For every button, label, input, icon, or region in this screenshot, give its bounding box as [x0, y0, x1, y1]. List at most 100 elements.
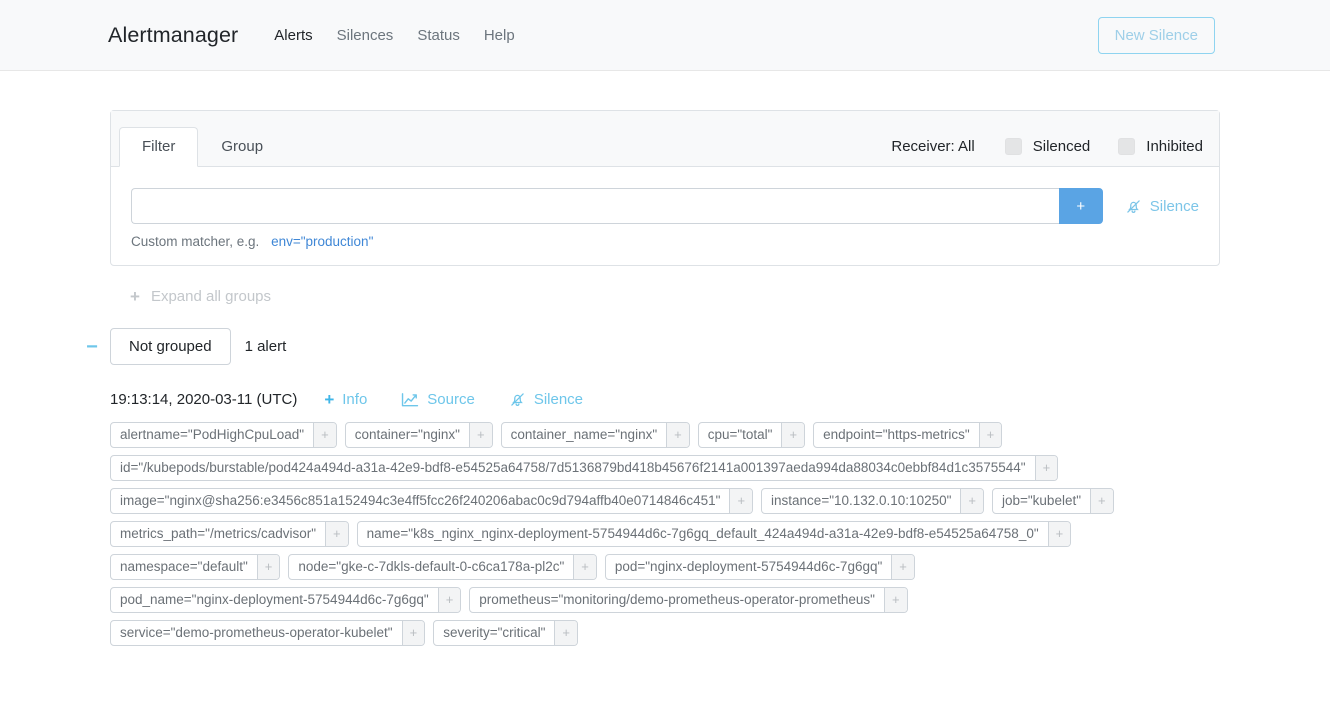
alert-label-chip: prometheus="monitoring/demo-prometheus-o…: [469, 587, 907, 613]
alert-label-text: container_name="nginx": [502, 423, 667, 447]
alert-label-chip: pod="nginx-deployment-5754944d6c-7g6gq"+: [605, 554, 915, 580]
alert-label-text: pod_name="nginx-deployment-5754944d6c-7g…: [111, 588, 438, 612]
filter-card-body: + Silence Custom matcher, e.g. env="prod…: [111, 167, 1219, 265]
alert-meta-row: 19:13:14, 2020-03-11 (UTC) + Info Source: [110, 391, 1220, 408]
plus-icon: +: [324, 391, 334, 408]
add-label-filter-button[interactable]: +: [884, 588, 907, 612]
alert-label-text: id="/kubepods/burstable/pod424a494d-a31a…: [111, 456, 1035, 480]
nav-link-alerts[interactable]: Alerts: [262, 27, 324, 44]
add-label-filter-button[interactable]: +: [960, 489, 983, 513]
alert-label-chip: namespace="default"+: [110, 554, 280, 580]
filter-header-controls: Receiver: All Silenced Inhibited: [891, 138, 1203, 166]
matcher-row: + Silence: [131, 188, 1199, 224]
alert-label-text: alertname="PodHighCpuLoad": [111, 423, 313, 447]
alert-label-chip: pod_name="nginx-deployment-5754944d6c-7g…: [110, 587, 461, 613]
add-label-filter-button[interactable]: +: [325, 522, 348, 546]
alert-label-list: alertname="PodHighCpuLoad"+container="ng…: [110, 422, 1220, 646]
alert-label-text: namespace="default": [111, 555, 257, 579]
alert-timestamp: 19:13:14, 2020-03-11 (UTC): [110, 391, 297, 408]
inhibited-label: Inhibited: [1146, 138, 1203, 155]
bell-slash-icon: [1125, 198, 1142, 215]
matcher-hint-example[interactable]: env="production": [271, 234, 373, 249]
tab-group[interactable]: Group: [198, 127, 286, 167]
alert-label-chip: metrics_path="/metrics/cadvisor"+: [110, 521, 349, 547]
alert-label-chip: image="nginx@sha256:e3456c851a152494c3e4…: [110, 488, 753, 514]
alert-label-chip: alertname="PodHighCpuLoad"+: [110, 422, 337, 448]
add-label-filter-button[interactable]: +: [1035, 456, 1058, 480]
alert-label-chip: name="k8s_nginx_nginx-deployment-5754944…: [357, 521, 1072, 547]
filter-tabs: Filter Group: [119, 127, 286, 167]
alert-label-chip: container="nginx"+: [345, 422, 493, 448]
alert-label-text: pod="nginx-deployment-5754944d6c-7g6gq": [606, 555, 891, 579]
alert-label-chip: id="/kubepods/burstable/pod424a494d-a31a…: [110, 455, 1058, 481]
inhibited-filter[interactable]: Inhibited: [1118, 138, 1203, 155]
alert-label-text: instance="10.132.0.10:10250": [762, 489, 960, 513]
chart-line-icon: [401, 392, 419, 408]
alert-label-chip: severity="critical"+: [433, 620, 578, 646]
expand-all-groups-label: Expand all groups: [151, 288, 271, 305]
plus-icon: +: [130, 288, 140, 305]
alert-source-label: Source: [427, 391, 475, 408]
alert-label-text: prometheus="monitoring/demo-prometheus-o…: [470, 588, 884, 612]
alert-label-text: severity="critical": [434, 621, 554, 645]
alert-label-chip: cpu="total"+: [698, 422, 805, 448]
silence-filter-label: Silence: [1150, 198, 1199, 215]
alert-label-text: container="nginx": [346, 423, 469, 447]
collapse-group-toggle[interactable]: −: [74, 337, 110, 357]
alert-info-button[interactable]: + Info: [324, 391, 367, 408]
alert-label-text: image="nginx@sha256:e3456c851a152494c3e4…: [111, 489, 729, 513]
alert-item: 19:13:14, 2020-03-11 (UTC) + Info Source: [110, 391, 1220, 646]
expand-all-groups-button[interactable]: + Expand all groups: [110, 288, 271, 305]
page-container: Filter Group Receiver: All Silenced Inhi…: [110, 71, 1220, 646]
add-label-filter-button[interactable]: +: [469, 423, 492, 447]
app-brand[interactable]: Alertmanager: [108, 23, 238, 48]
matcher-hint-text: Custom matcher, e.g.: [131, 234, 259, 249]
alert-label-text: name="k8s_nginx_nginx-deployment-5754944…: [358, 522, 1048, 546]
tab-filter[interactable]: Filter: [119, 127, 198, 167]
filter-card-header: Filter Group Receiver: All Silenced Inhi…: [111, 111, 1219, 167]
nav-link-silences[interactable]: Silences: [325, 27, 406, 44]
add-label-filter-button[interactable]: +: [573, 555, 596, 579]
add-label-filter-button[interactable]: +: [1090, 489, 1113, 513]
add-label-filter-button[interactable]: +: [313, 423, 336, 447]
alert-info-label: Info: [342, 391, 367, 408]
group-name-chip[interactable]: Not grouped: [110, 328, 231, 365]
top-navbar: Alertmanager Alerts Silences Status Help…: [0, 0, 1330, 71]
alert-silence-label: Silence: [534, 391, 583, 408]
nav-link-help[interactable]: Help: [472, 27, 527, 44]
add-label-filter-button[interactable]: +: [781, 423, 804, 447]
silence-filter-button[interactable]: Silence: [1125, 188, 1199, 224]
alert-label-chip: container_name="nginx"+: [501, 422, 690, 448]
nav-link-status[interactable]: Status: [405, 27, 472, 44]
add-matcher-button[interactable]: +: [1059, 188, 1103, 224]
alert-label-chip: instance="10.132.0.10:10250"+: [761, 488, 984, 514]
alert-label-chip: service="demo-prometheus-operator-kubele…: [110, 620, 425, 646]
add-label-filter-button[interactable]: +: [257, 555, 280, 579]
primary-nav: Alerts Silences Status Help: [262, 27, 526, 44]
receiver-selector[interactable]: Receiver: All: [891, 138, 974, 155]
alert-label-chip: endpoint="https-metrics"+: [813, 422, 1002, 448]
alert-source-button[interactable]: Source: [401, 391, 475, 408]
alert-label-text: node="gke-c-7dkls-default-0-c6ca178a-pl2…: [289, 555, 573, 579]
add-label-filter-button[interactable]: +: [979, 423, 1002, 447]
alert-label-chip: job="kubelet"+: [992, 488, 1114, 514]
add-label-filter-button[interactable]: +: [729, 489, 752, 513]
silenced-checkbox[interactable]: [1005, 138, 1022, 155]
inhibited-checkbox[interactable]: [1118, 138, 1135, 155]
add-label-filter-button[interactable]: +: [438, 588, 461, 612]
alert-label-text: job="kubelet": [993, 489, 1090, 513]
matcher-input[interactable]: [131, 188, 1059, 224]
alert-label-text: service="demo-prometheus-operator-kubele…: [111, 621, 402, 645]
silenced-filter[interactable]: Silenced: [1005, 138, 1091, 155]
alert-label-chip: node="gke-c-7dkls-default-0-c6ca178a-pl2…: [288, 554, 596, 580]
add-label-filter-button[interactable]: +: [554, 621, 577, 645]
group-header-row: − Not grouped 1 alert: [74, 328, 1220, 365]
add-label-filter-button[interactable]: +: [891, 555, 914, 579]
add-label-filter-button[interactable]: +: [666, 423, 689, 447]
new-silence-button[interactable]: New Silence: [1098, 17, 1215, 54]
add-label-filter-button[interactable]: +: [1048, 522, 1071, 546]
silenced-label: Silenced: [1033, 138, 1091, 155]
alert-silence-button[interactable]: Silence: [509, 391, 583, 408]
alert-label-text: endpoint="https-metrics": [814, 423, 979, 447]
add-label-filter-button[interactable]: +: [402, 621, 425, 645]
